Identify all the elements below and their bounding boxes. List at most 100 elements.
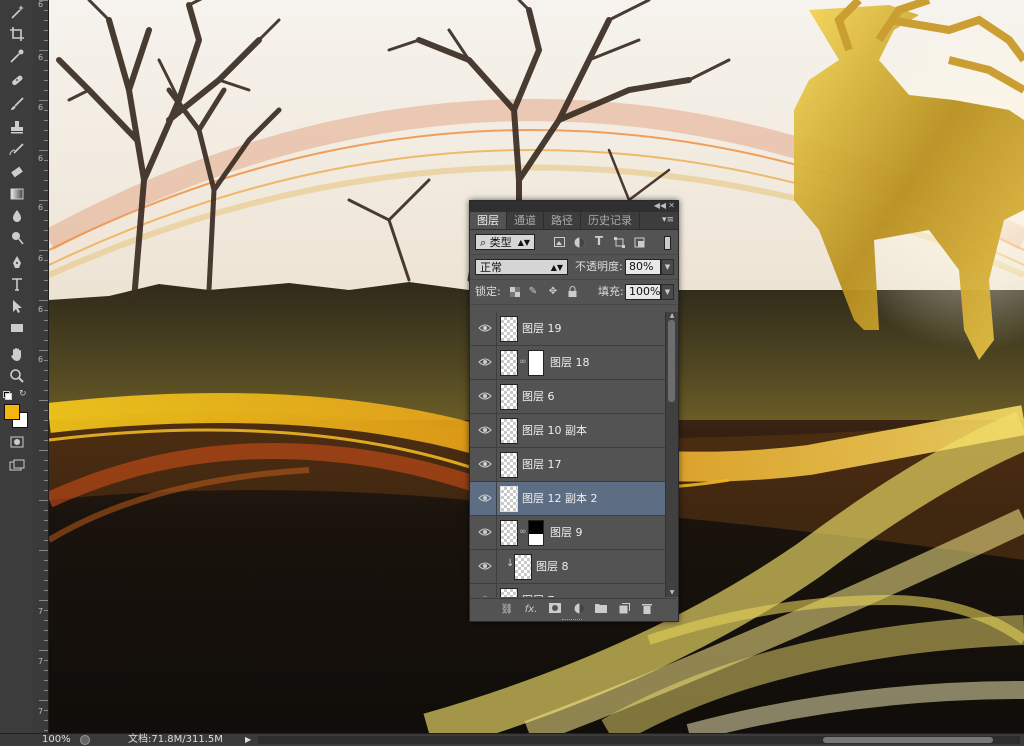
layer-row[interactable]: 图层 6 bbox=[470, 380, 666, 414]
lock-position-icon[interactable]: ✥ bbox=[546, 284, 560, 298]
visibility-eye-icon[interactable] bbox=[478, 594, 492, 597]
pen-icon[interactable] bbox=[5, 252, 28, 272]
collapse-icon[interactable]: ◀◀ bbox=[654, 201, 666, 210]
gradient-icon[interactable] bbox=[5, 184, 28, 204]
history-brush-icon[interactable] bbox=[5, 140, 28, 160]
visibility-eye-icon[interactable] bbox=[478, 492, 492, 504]
layer-thumbnail[interactable] bbox=[514, 554, 532, 580]
layer-name[interactable]: 图层 10 副本 bbox=[522, 414, 587, 447]
panel-titlebar[interactable]: ◀◀ ✕ bbox=[470, 201, 678, 212]
mask-link-icon[interactable]: ∞ bbox=[519, 527, 527, 537]
brush-icon[interactable] bbox=[5, 94, 28, 114]
rectangle-icon[interactable] bbox=[5, 318, 28, 338]
crop-icon[interactable] bbox=[5, 24, 28, 44]
blend-mode-select[interactable]: 正常 ▲▼ bbox=[475, 259, 568, 275]
pixel-filter-icon[interactable] bbox=[552, 235, 566, 249]
layer-thumbnail[interactable] bbox=[500, 316, 518, 342]
layer-thumbnail[interactable] bbox=[500, 452, 518, 478]
zoom-icon[interactable] bbox=[5, 366, 28, 386]
zoom-level-field[interactable]: 100% bbox=[0, 734, 76, 746]
layer-name[interactable]: 图层 7 bbox=[522, 584, 555, 597]
quick-mask-icon[interactable] bbox=[5, 432, 28, 452]
trash-icon[interactable] bbox=[640, 603, 654, 617]
layer-row[interactable]: 图层 17 bbox=[470, 448, 666, 482]
panel-resize-grip[interactable] bbox=[562, 619, 582, 623]
layer-row[interactable]: ∞ 图层 9 bbox=[470, 516, 666, 550]
horizontal-scrollbar[interactable] bbox=[258, 736, 1020, 744]
layer-name[interactable]: 图层 18 bbox=[550, 346, 590, 379]
layer-row[interactable]: ∞ 图层 18 bbox=[470, 346, 666, 380]
visibility-eye-icon[interactable] bbox=[478, 424, 492, 436]
layer-row[interactable]: ↓ 图层 8 bbox=[470, 550, 666, 584]
layer-thumbnail[interactable] bbox=[500, 520, 518, 546]
opacity-field[interactable]: 80% bbox=[625, 259, 661, 275]
eyedropper-icon[interactable] bbox=[5, 46, 28, 66]
shape-filter-icon[interactable] bbox=[612, 235, 626, 249]
layer-thumbnail[interactable] bbox=[500, 384, 518, 410]
blur-icon[interactable] bbox=[5, 206, 28, 226]
tab-channels[interactable]: 通道 bbox=[507, 212, 544, 229]
visibility-eye-icon[interactable] bbox=[478, 526, 492, 538]
layer-mask-thumbnail[interactable] bbox=[528, 520, 544, 546]
close-icon[interactable]: ✕ bbox=[668, 201, 675, 210]
hand-icon[interactable] bbox=[5, 344, 28, 364]
spot-healing-icon[interactable] bbox=[5, 70, 28, 90]
swap-colors-icon[interactable]: ↻ bbox=[19, 389, 27, 399]
status-menu-arrow[interactable]: ▶ bbox=[245, 734, 251, 746]
lock-all-icon[interactable] bbox=[565, 284, 579, 298]
layer-thumbnail[interactable] bbox=[500, 588, 518, 597]
status-info-icon[interactable] bbox=[80, 735, 90, 745]
layer-thumbnail[interactable] bbox=[500, 350, 518, 376]
lock-pixels-icon[interactable]: ✎ bbox=[526, 284, 540, 298]
link-icon[interactable]: ⛓ bbox=[500, 603, 514, 617]
layer-row[interactable]: 图层 7 bbox=[470, 584, 666, 597]
visibility-eye-icon[interactable] bbox=[478, 458, 492, 470]
smart-object-filter-icon[interactable] bbox=[632, 235, 646, 249]
filter-type-select[interactable]: ⌕ 类型 ▲▼ bbox=[475, 234, 535, 250]
layer-name[interactable]: 图层 6 bbox=[522, 380, 555, 413]
tab-history[interactable]: 历史记录 bbox=[581, 212, 640, 229]
adjustment-icon[interactable] bbox=[572, 603, 586, 617]
layer-row[interactable]: 图层 12 副本 2 bbox=[470, 482, 666, 516]
visibility-eye-icon[interactable] bbox=[478, 390, 492, 402]
path-selection-icon[interactable] bbox=[5, 296, 28, 316]
layer-mask-thumbnail[interactable] bbox=[528, 350, 544, 376]
clone-stamp-icon[interactable] bbox=[5, 117, 28, 137]
mask-link-icon[interactable]: ∞ bbox=[519, 357, 527, 367]
fill-field[interactable]: 100% bbox=[625, 284, 661, 300]
layer-thumbnail[interactable] bbox=[500, 418, 518, 444]
horizontal-scroll-thumb[interactable] bbox=[823, 737, 993, 743]
panel-menu-icon[interactable]: ▾≡ bbox=[662, 212, 674, 229]
add-mask-icon[interactable] bbox=[548, 603, 562, 617]
eraser-icon[interactable] bbox=[5, 162, 28, 182]
visibility-eye-icon[interactable] bbox=[478, 356, 492, 368]
tab-paths[interactable]: 路径 bbox=[544, 212, 581, 229]
opacity-dropdown-icon[interactable]: ▼ bbox=[661, 259, 674, 275]
dodge-icon[interactable] bbox=[5, 228, 28, 248]
layer-row[interactable]: 图层 19 bbox=[470, 312, 666, 346]
magic-wand-icon[interactable] bbox=[5, 2, 28, 22]
scroll-thumb[interactable] bbox=[668, 320, 675, 402]
adjustment-filter-icon[interactable] bbox=[572, 235, 586, 249]
layer-name[interactable]: 图层 19 bbox=[522, 312, 562, 345]
layer-row[interactable]: 图层 10 副本 bbox=[470, 414, 666, 448]
layer-thumbnail[interactable] bbox=[500, 486, 518, 512]
layer-name[interactable]: 图层 8 bbox=[536, 550, 569, 583]
layers-scrollbar[interactable]: ▲ ▼ bbox=[665, 312, 678, 597]
visibility-eye-icon[interactable] bbox=[478, 560, 492, 572]
lock-transparent-icon[interactable] bbox=[508, 285, 522, 299]
fx-icon[interactable]: fx. bbox=[524, 603, 538, 617]
default-colors-icon[interactable] bbox=[3, 391, 12, 400]
screen-mode-icon[interactable] bbox=[5, 456, 28, 476]
layer-name[interactable]: 图层 17 bbox=[522, 448, 562, 481]
visibility-eye-icon[interactable] bbox=[478, 322, 492, 334]
type-icon[interactable] bbox=[5, 274, 28, 294]
tab-layers[interactable]: 图层 bbox=[470, 212, 507, 229]
new-layer-icon[interactable] bbox=[617, 603, 631, 617]
foreground-color-swatch[interactable] bbox=[4, 404, 20, 420]
type-filter-icon[interactable]: T bbox=[592, 234, 606, 248]
layer-name[interactable]: 图层 9 bbox=[550, 516, 583, 549]
fill-dropdown-icon[interactable]: ▼ bbox=[661, 284, 674, 300]
layer-name[interactable]: 图层 12 副本 2 bbox=[522, 482, 598, 515]
filter-toggle[interactable] bbox=[664, 236, 671, 250]
